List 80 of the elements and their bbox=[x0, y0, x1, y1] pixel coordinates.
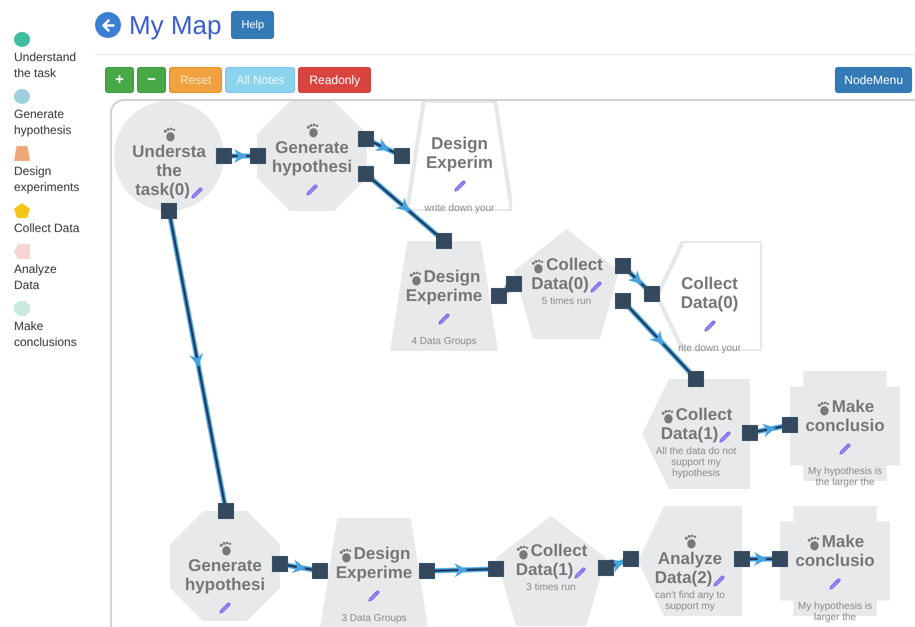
footprint-icon bbox=[338, 548, 353, 563]
node-title: conclusio bbox=[795, 551, 875, 570]
node-title: Collect bbox=[546, 255, 603, 274]
pencil-icon[interactable] bbox=[306, 184, 318, 196]
legend-label: Generate hypothesis bbox=[14, 106, 72, 138]
footprint-icon bbox=[682, 534, 698, 549]
legend-label: Design experiments bbox=[14, 163, 80, 195]
node-title: Data(0) bbox=[680, 293, 738, 312]
legend-label: Make conclusions bbox=[14, 318, 78, 350]
footprint-icon bbox=[162, 127, 176, 142]
legend-label: Understand the task bbox=[14, 49, 78, 81]
node-title: Experim bbox=[426, 153, 494, 172]
node-note: support my bbox=[665, 601, 715, 612]
pencil-icon[interactable] bbox=[590, 281, 602, 293]
node-title: Collect bbox=[530, 541, 588, 560]
footprint-icon bbox=[806, 536, 821, 551]
footprint-icon bbox=[660, 409, 675, 424]
node-title: Analyze bbox=[658, 549, 722, 568]
pencil-icon[interactable] bbox=[839, 443, 851, 455]
footprint-icon bbox=[408, 271, 423, 286]
toolbar-button[interactable]: Readonly bbox=[298, 67, 372, 93]
node-title: task(0) bbox=[135, 180, 190, 199]
pencil-icon[interactable] bbox=[719, 431, 732, 443]
pencil-icon[interactable] bbox=[829, 578, 841, 590]
node-note: support my bbox=[671, 457, 721, 468]
pencil-icon[interactable] bbox=[704, 320, 716, 332]
pencil-icon[interactable] bbox=[438, 313, 450, 325]
node-note: 5 times run bbox=[542, 296, 592, 307]
footprint-icon bbox=[304, 123, 320, 138]
node-title: Design bbox=[431, 134, 488, 153]
footprint-icon bbox=[530, 259, 546, 274]
legend-label: Collect Data bbox=[14, 220, 80, 236]
node-note: All the data do not bbox=[656, 446, 736, 457]
node-note: 4 Data Groups bbox=[411, 336, 477, 347]
node-note: 3 times run bbox=[526, 582, 576, 593]
pencil-icon[interactable] bbox=[368, 590, 380, 602]
node-title: Generate bbox=[275, 138, 349, 157]
node-title: Understa bbox=[132, 142, 206, 161]
pencil-icon[interactable] bbox=[574, 567, 586, 579]
node-title: hypothesi bbox=[184, 575, 266, 594]
node-title: Design bbox=[424, 267, 480, 286]
node-title: Data(1) bbox=[516, 560, 574, 579]
node-title: Make bbox=[832, 397, 874, 416]
footprint-icon bbox=[514, 545, 530, 560]
node-menu-button[interactable]: NodeMenu bbox=[835, 67, 912, 93]
node-title: Design bbox=[354, 544, 410, 563]
node-note: write down your bbox=[424, 203, 495, 214]
node-title: Data(0) bbox=[531, 274, 589, 293]
node-note: 3 Data Groups bbox=[341, 613, 407, 624]
pencil-icon[interactable] bbox=[190, 187, 203, 199]
help-button[interactable]: Help bbox=[231, 10, 274, 40]
node-title: Data(2) bbox=[654, 568, 712, 587]
node-title: Experime bbox=[336, 563, 412, 582]
pencil-icon[interactable] bbox=[454, 180, 466, 192]
node-note: My hypothesis is bbox=[798, 601, 872, 612]
node-title: Experime bbox=[406, 286, 482, 305]
node-title: the bbox=[156, 161, 182, 180]
node-note: rite down your bbox=[678, 343, 741, 354]
back-button[interactable] bbox=[95, 12, 121, 38]
node-title: conclusio bbox=[805, 416, 885, 435]
pencil-icon[interactable] bbox=[219, 602, 231, 614]
node-title: Collect bbox=[676, 405, 732, 424]
legend-label: Analyze Data bbox=[14, 261, 58, 293]
page-title: My Map bbox=[129, 8, 222, 42]
node-title: Generate bbox=[188, 556, 262, 575]
toolbar-button[interactable]: Reset bbox=[169, 67, 222, 93]
node-note: My hypothesis is bbox=[808, 466, 882, 477]
node-note: can't find any to bbox=[655, 590, 725, 601]
node-title: hypothesi bbox=[272, 157, 352, 176]
pencil-icon[interactable] bbox=[713, 575, 726, 587]
node-note: hypothesis bbox=[672, 468, 720, 479]
node-title: Collect bbox=[681, 274, 738, 293]
footprint-icon bbox=[218, 541, 232, 556]
node-title: Make bbox=[822, 532, 864, 551]
footprint-icon bbox=[816, 401, 831, 416]
node-note: the larger the bbox=[816, 477, 874, 488]
node-title: Data(1) bbox=[660, 424, 718, 443]
toolbar-button[interactable]: − bbox=[137, 67, 166, 93]
node-note: larger the bbox=[814, 612, 856, 623]
toolbar-button[interactable]: + bbox=[105, 67, 134, 93]
